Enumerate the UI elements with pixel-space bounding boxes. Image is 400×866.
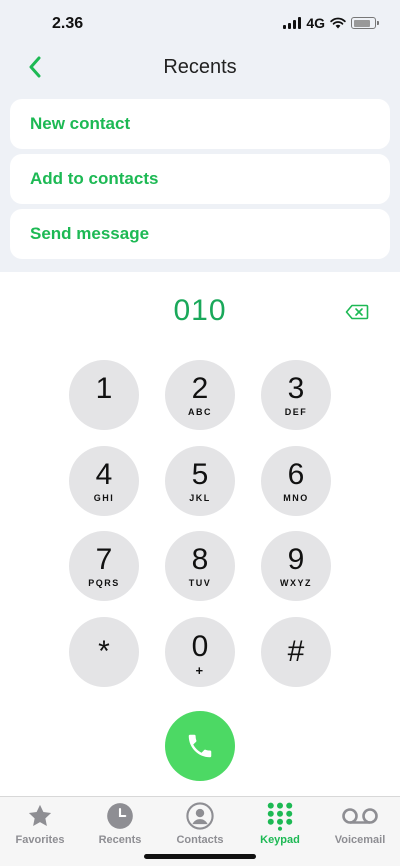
- key-letters: JKL: [189, 492, 211, 503]
- star-icon: [25, 801, 55, 831]
- key-6[interactable]: 6 MNO: [261, 446, 331, 516]
- tab-label: Recents: [98, 834, 142, 846]
- key-letters: ABC: [188, 406, 212, 417]
- key-digit: 2: [191, 371, 209, 405]
- tab-label: Voicemail: [334, 834, 386, 846]
- tab-keypad[interactable]: Keypad: [240, 797, 320, 849]
- voicemail-icon: [341, 801, 379, 831]
- key-digit: 8: [191, 542, 209, 576]
- signal-icon: [283, 17, 302, 29]
- key-letters: DEF: [284, 406, 308, 417]
- key-digit: 5: [191, 457, 209, 491]
- key-digit: 7: [95, 542, 113, 576]
- key-1[interactable]: 1: [69, 360, 139, 430]
- key-9[interactable]: 9 WXYZ: [261, 531, 331, 601]
- key-letters: GHI: [93, 492, 115, 503]
- key-letters: WXYZ: [280, 577, 312, 588]
- key-0[interactable]: 0 +: [165, 617, 235, 687]
- key-5[interactable]: 5 JKL: [165, 446, 235, 516]
- key-4[interactable]: 4 GHI: [69, 446, 139, 516]
- status-time: 2.36: [52, 15, 84, 32]
- nav-bar: Recents: [0, 46, 400, 90]
- tab-favorites[interactable]: Favorites: [0, 797, 80, 849]
- dialed-number: 010: [173, 294, 227, 327]
- send-message-button[interactable]: Send message: [10, 209, 390, 259]
- key-star[interactable]: *: [69, 617, 139, 687]
- battery-level: [353, 19, 370, 27]
- key-letters: PQRS: [88, 577, 120, 588]
- phone-icon: [188, 734, 212, 758]
- home-indicator: [144, 854, 256, 859]
- key-letters: +: [195, 662, 205, 678]
- call-button[interactable]: [165, 711, 235, 781]
- key-letters: MNO: [283, 492, 309, 503]
- key-letters: TUV: [188, 577, 212, 588]
- status-indicators: 4G: [283, 14, 379, 32]
- key-digit: 4: [95, 457, 113, 491]
- key-3[interactable]: 3 DEF: [261, 360, 331, 430]
- battery-icon: [351, 17, 379, 29]
- clock-icon: [106, 801, 134, 831]
- wifi-icon: [330, 17, 346, 29]
- tab-label: Contacts: [176, 834, 224, 846]
- delete-button[interactable]: [344, 302, 370, 322]
- tab-label: Keypad: [260, 834, 300, 846]
- new-contact-button[interactable]: New contact: [10, 99, 390, 149]
- key-2[interactable]: 2 ABC: [165, 360, 235, 430]
- key-7[interactable]: 7 PQRS: [69, 531, 139, 601]
- key-digit: 3: [287, 371, 305, 405]
- key-hash[interactable]: #: [261, 617, 331, 687]
- tab-recents[interactable]: Recents: [80, 797, 160, 849]
- key-8[interactable]: 8 TUV: [165, 531, 235, 601]
- network-type: 4G: [306, 15, 325, 31]
- backspace-icon: [345, 304, 369, 320]
- key-digit: 6: [287, 457, 305, 491]
- page-title: Recents: [163, 56, 237, 78]
- person-circle-icon: [186, 801, 214, 831]
- status-bar: 2.36 4G: [0, 0, 400, 46]
- keypad-icon: [266, 801, 294, 831]
- add-to-contacts-button[interactable]: Add to contacts: [10, 154, 390, 204]
- key-digit: 9: [287, 542, 305, 576]
- key-digit: *: [98, 635, 110, 668]
- tab-contacts[interactable]: Contacts: [160, 797, 240, 849]
- tab-label: Favorites: [15, 834, 65, 846]
- key-digit: #: [287, 635, 305, 668]
- key-digit: 1: [95, 371, 113, 405]
- tab-voicemail[interactable]: Voicemail: [320, 797, 400, 849]
- key-digit: 0: [191, 629, 209, 663]
